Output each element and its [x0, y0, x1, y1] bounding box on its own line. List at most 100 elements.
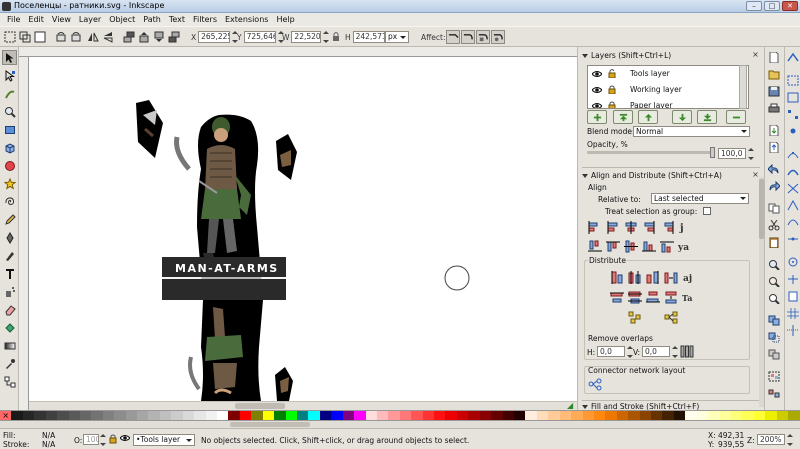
- align-top-to-bottom-icon[interactable]: [660, 240, 674, 253]
- opacity-slider[interactable]: [587, 147, 715, 158]
- snap-guides-icon[interactable]: [787, 325, 800, 337]
- color-swatch[interactable]: [673, 411, 686, 420]
- snap-enable-icon[interactable]: [787, 52, 800, 64]
- fill-stroke-panel-header[interactable]: Fill and Stroke (Shift+Ctrl+F): [582, 401, 699, 410]
- remove-overlaps-button[interactable]: [680, 345, 694, 358]
- width-field[interactable]: 22,520: [291, 31, 322, 43]
- current-layer-select[interactable]: •Tools layer: [133, 434, 195, 446]
- print-icon[interactable]: [768, 103, 781, 115]
- color-palette[interactable]: ×: [0, 410, 800, 421]
- color-swatch[interactable]: [696, 411, 709, 420]
- title-banner-bottom[interactable]: [162, 279, 286, 300]
- layer-row-tools[interactable]: Tools layer: [588, 66, 746, 81]
- color-swatch[interactable]: [205, 411, 218, 420]
- distribute-gaps-horizontal-icon[interactable]: [664, 271, 678, 284]
- menu-view[interactable]: View: [48, 15, 75, 24]
- close-button[interactable]: ✕: [782, 1, 798, 11]
- color-swatch[interactable]: [148, 411, 160, 420]
- gradient-tool-icon[interactable]: [2, 338, 17, 353]
- color-swatch[interactable]: [388, 411, 400, 420]
- copy-icon[interactable]: [768, 203, 781, 215]
- horizontal-ruler[interactable]: [19, 47, 577, 57]
- opacity-spinner[interactable]: [748, 148, 754, 160]
- delete-layer-button[interactable]: [726, 110, 746, 124]
- distribute-right-edges-icon[interactable]: [646, 271, 660, 284]
- redo-icon[interactable]: [768, 180, 781, 193]
- color-swatch[interactable]: [399, 411, 412, 420]
- color-swatch[interactable]: [137, 411, 149, 420]
- opacity-field[interactable]: 100,0: [718, 148, 746, 159]
- color-swatch[interactable]: [536, 411, 549, 420]
- palette-scroll-thumb[interactable]: [230, 422, 310, 427]
- rotate-ccw-icon[interactable]: [54, 30, 68, 44]
- align-right-to-left-icon[interactable]: [588, 221, 602, 234]
- distribute-bottom-edges-icon[interactable]: [646, 291, 660, 304]
- color-swatch[interactable]: [217, 411, 229, 420]
- lower-layer-bottom-button[interactable]: [697, 110, 717, 124]
- color-swatch[interactable]: [102, 411, 115, 420]
- color-swatch[interactable]: [662, 411, 674, 420]
- snap-bbox-icon[interactable]: [787, 75, 800, 87]
- character-face[interactable]: [214, 128, 228, 142]
- raise-layer-button[interactable]: [638, 110, 658, 124]
- horizontal-scrollbar[interactable]: ◢: [29, 401, 577, 410]
- color-swatch[interactable]: [479, 411, 492, 420]
- lower-layer-button[interactable]: [672, 110, 692, 124]
- eraser-tool-icon[interactable]: [2, 302, 17, 317]
- raise-to-top-icon[interactable]: [122, 30, 136, 44]
- new-document-icon[interactable]: [768, 51, 781, 64]
- color-swatch[interactable]: [742, 411, 754, 420]
- pen-tool-icon[interactable]: [2, 230, 17, 245]
- color-swatch[interactable]: [765, 411, 777, 420]
- deselect-icon[interactable]: [33, 30, 47, 44]
- distribute-centers-vertical-icon[interactable]: [628, 291, 642, 304]
- color-swatch[interactable]: [468, 411, 480, 420]
- snap-rotation-centers-icon[interactable]: [787, 274, 800, 286]
- move-gradients-toggle[interactable]: [476, 30, 490, 44]
- align-baseline-horizontal-icon[interactable]: ya: [677, 240, 692, 253]
- color-swatch[interactable]: [582, 411, 594, 420]
- calligraphy-tool-icon[interactable]: [2, 248, 17, 263]
- color-swatch[interactable]: [57, 411, 69, 420]
- fill-value[interactable]: N/A: [42, 431, 55, 440]
- layer-row-paper[interactable]: Paper layer: [588, 98, 746, 109]
- color-swatch[interactable]: [159, 411, 172, 420]
- color-swatch[interactable]: [502, 411, 514, 420]
- color-swatch[interactable]: [34, 411, 46, 420]
- drawing-area[interactable]: MAN-AT-ARMS: [29, 57, 577, 401]
- treat-group-checkbox[interactable]: [703, 207, 711, 215]
- opacity-spinner[interactable]: [100, 434, 106, 446]
- color-swatch[interactable]: [171, 411, 183, 420]
- connector-tool-icon[interactable]: [2, 374, 17, 389]
- align-bottom-icon[interactable]: [642, 240, 656, 253]
- overlap-v-spinner[interactable]: [672, 346, 678, 358]
- rectangle-tool-icon[interactable]: [2, 122, 17, 137]
- unclump-icon[interactable]: [664, 311, 678, 324]
- color-swatch[interactable]: [548, 411, 560, 420]
- menu-object[interactable]: Object: [105, 15, 139, 24]
- color-swatch[interactable]: [788, 411, 800, 420]
- color-swatch[interactable]: [513, 411, 526, 420]
- snap-bbox-corners-icon[interactable]: [787, 109, 800, 121]
- color-swatch[interactable]: [731, 411, 743, 420]
- color-swatch[interactable]: [331, 411, 343, 420]
- align-left-to-right-icon[interactable]: [660, 221, 674, 234]
- character-armor[interactable]: [205, 145, 237, 189]
- color-swatch[interactable]: [616, 411, 629, 420]
- lower-to-bottom-icon[interactable]: [167, 30, 181, 44]
- color-swatch[interactable]: [308, 411, 320, 420]
- snap-grids-icon[interactable]: [787, 308, 800, 320]
- sword-blade[interactable]: [174, 136, 191, 171]
- snap-page-border-icon[interactable]: [787, 291, 800, 303]
- flying-axe-piece[interactable]: [136, 100, 163, 158]
- node-tool-icon[interactable]: [2, 68, 17, 83]
- color-swatch[interactable]: [91, 411, 103, 420]
- color-swatch[interactable]: [593, 411, 606, 420]
- color-swatch[interactable]: [228, 411, 240, 420]
- menu-help[interactable]: Help: [272, 15, 298, 24]
- menu-path[interactable]: Path: [139, 15, 165, 24]
- color-swatch[interactable]: [491, 411, 503, 420]
- rotate-cw-icon[interactable]: [69, 30, 83, 44]
- lock-icon[interactable]: [608, 101, 616, 109]
- select-all-layers-icon[interactable]: [18, 30, 32, 44]
